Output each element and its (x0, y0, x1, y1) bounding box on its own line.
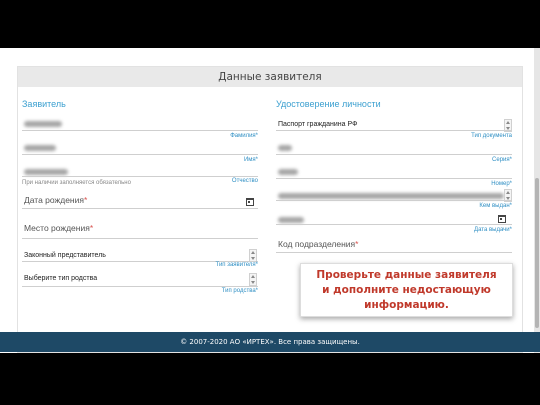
issue-date-value-redacted (278, 217, 304, 223)
number-field[interactable]: Номер* (276, 163, 512, 187)
callout-line-1: Проверьте данные заявителя (316, 269, 497, 281)
callout-line-3: информацию. (364, 299, 449, 311)
identity-section-title: Удостоверение личности (276, 99, 381, 109)
surname-value-redacted (24, 121, 62, 127)
calendar-icon[interactable] (498, 215, 506, 223)
callout-line-2: и дополните недостающую (322, 284, 491, 296)
doc-type-value: Паспорт гражданина РФ (278, 121, 358, 128)
scrollbar-thumb[interactable] (535, 178, 539, 328)
birth-date-field[interactable]: Дата рождения* (22, 187, 258, 211)
kinship-hint: Тип родства* (221, 288, 258, 294)
select-arrows-icon[interactable] (249, 273, 257, 286)
footer-copyright: © 2007-2020 АО «ИРТЕХ». Все права защище… (0, 332, 540, 352)
surname-field[interactable]: Фамилия* (22, 117, 258, 139)
issued-by-value-redacted (278, 193, 504, 199)
applicant-section: Заявитель Фамилия* Имя* При наличии запо… (22, 97, 258, 296)
number-value-redacted (278, 169, 298, 175)
name-field[interactable]: Имя* (22, 139, 258, 163)
kinship-value: Выберите тип родства (24, 275, 98, 282)
doc-type-select[interactable]: Паспорт гражданина РФ Тип документа (276, 117, 512, 139)
card-title: Данные заявителя (18, 67, 522, 87)
patronymic-value-redacted (24, 169, 68, 175)
subdivision-code-label: Код подразделения* (278, 239, 359, 249)
applicant-type-value: Законный представитель (24, 252, 106, 259)
name-value-redacted (24, 145, 56, 151)
page-scrollbar[interactable] (534, 48, 540, 353)
applicant-type-select[interactable]: Законный представитель (22, 239, 258, 264)
identity-section: Удостоверение личности Паспорт гражданин… (276, 97, 512, 255)
patronymic-hint: Отчество (231, 178, 258, 184)
birth-date-label: Дата рождения* (24, 195, 88, 205)
subdivision-code-field[interactable]: Код подразделения* (276, 233, 512, 255)
series-value-redacted (278, 145, 292, 151)
series-field[interactable]: Серия* (276, 139, 512, 163)
kinship-select[interactable]: Выберите тип родства (22, 272, 258, 288)
issue-date-field[interactable]: Дата выдачи* (276, 209, 512, 233)
patronymic-note: При наличии заполняется обязательно (22, 180, 131, 186)
calendar-icon[interactable] (246, 198, 254, 206)
birth-place-field[interactable]: Место рождения* (22, 211, 258, 239)
issued-by-field[interactable]: Кем выдан* (276, 187, 512, 209)
birth-place-label: Место рождения* (24, 223, 94, 233)
patronymic-field[interactable]: При наличии заполняется обязательно Отче… (22, 163, 258, 187)
applicant-type-hint: Тип заявителя* (215, 262, 258, 268)
applicant-section-title: Заявитель (22, 99, 66, 109)
instruction-callout: Проверьте данные заявителя и дополните н… (300, 263, 513, 317)
